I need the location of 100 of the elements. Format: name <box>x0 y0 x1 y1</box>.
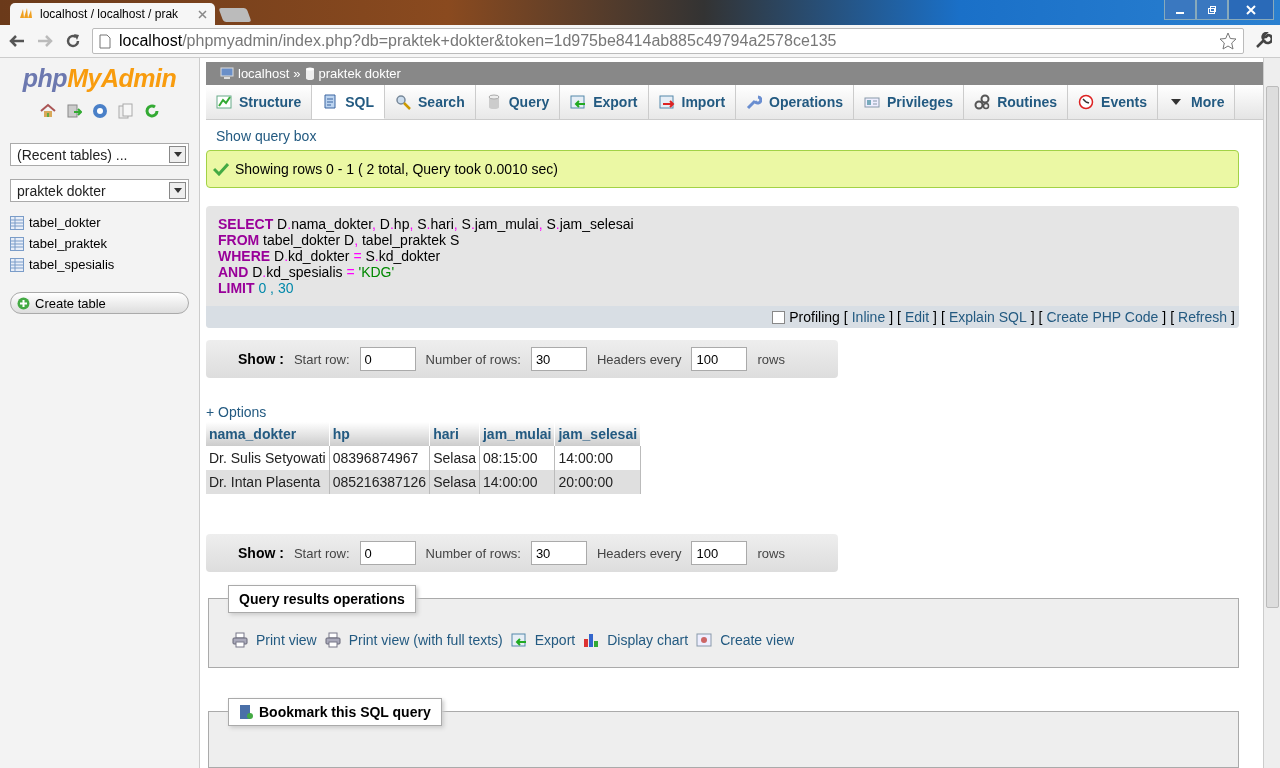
rows-count-field[interactable]: 30 <box>530 347 587 371</box>
headers-every-field[interactable]: 100 <box>691 347 748 371</box>
options-link[interactable]: + Options <box>206 404 1239 420</box>
query-link[interactable]: Explain SQL <box>948 309 1027 325</box>
wrench-icon[interactable] <box>1254 32 1272 50</box>
nav-tab[interactable]: Events <box>1068 85 1158 119</box>
sql-line: FROM tabel_dokter D, tabel_praktek S <box>218 232 461 248</box>
table-cell: 085216387126 <box>329 470 430 494</box>
minimize-button[interactable] <box>1164 0 1196 20</box>
table-link[interactable]: tabel_dokter <box>29 215 101 230</box>
table-cell: Dr. Intan Plasenta <box>206 470 330 494</box>
document-icon <box>322 93 339 110</box>
show-query-box-link[interactable]: Show query box <box>216 128 1239 144</box>
bracket: [ <box>941 309 945 325</box>
bracket: [ <box>1038 309 1043 325</box>
operation-link[interactable]: Export <box>534 632 576 648</box>
table-icon[interactable] <box>10 257 24 272</box>
caret-icon <box>173 152 182 157</box>
panel-title: Bookmark this SQL query <box>259 704 431 720</box>
profiling-checkbox[interactable] <box>772 310 786 324</box>
page-icon <box>99 33 111 49</box>
book-icon <box>239 704 253 720</box>
exit-icon[interactable] <box>65 103 82 119</box>
scrollbar[interactable] <box>1263 58 1280 768</box>
operation-link[interactable]: Create view <box>720 632 795 648</box>
database-dropdown[interactable]: praktek dokter <box>10 179 189 202</box>
query-link[interactable]: Edit <box>904 309 930 325</box>
nav-tab[interactable]: Export <box>560 85 649 119</box>
minimize-icon <box>1176 11 1184 14</box>
server-link[interactable]: localhost <box>238 66 290 81</box>
table-cell: Selasa <box>429 470 480 494</box>
nav-tab[interactable]: Structure <box>206 85 313 119</box>
field-label: Headers every <box>596 545 682 561</box>
database-link[interactable]: praktek dokter <box>318 66 401 81</box>
create-table-button[interactable]: Create table <box>10 292 189 314</box>
column-header[interactable]: hari <box>429 422 480 446</box>
home-icon[interactable] <box>39 103 56 119</box>
table-link[interactable]: tabel_praktek <box>29 236 108 251</box>
close-icon <box>1246 4 1256 15</box>
close-window-button[interactable] <box>1228 0 1274 20</box>
clock-icon <box>1078 94 1095 110</box>
nav-tab[interactable]: SQL <box>312 85 385 119</box>
star-icon[interactable] <box>1219 32 1237 50</box>
operation-link[interactable]: Print view <box>256 632 317 648</box>
gears-icon <box>974 94 991 110</box>
query-link[interactable]: Refresh <box>1178 309 1228 325</box>
recent-tables-dropdown[interactable]: (Recent tables) ... <box>10 143 189 166</box>
table-cell: 20:00:00 <box>554 470 641 494</box>
close-icon[interactable] <box>198 9 207 19</box>
field-label: Number of rows: <box>425 545 521 561</box>
logo[interactable]: phpMyAdmin <box>10 64 189 93</box>
sql-line: WHERE D.kd_dokter = S.kd_dokter <box>218 248 442 264</box>
nav-tab[interactable]: Query <box>475 85 561 119</box>
printer-icon <box>324 632 341 648</box>
export-icon <box>570 94 587 110</box>
back-icon[interactable] <box>8 33 26 49</box>
rows-count-field[interactable]: 30 <box>530 541 587 565</box>
nav-tab[interactable]: Privileges <box>854 85 965 119</box>
table-icon[interactable] <box>10 236 24 251</box>
cylinder-icon <box>304 67 315 80</box>
breadcrumb-separator: » <box>293 66 301 81</box>
field-label: rows <box>757 545 785 561</box>
operation-link[interactable]: Print view (with full texts) <box>348 632 503 648</box>
nav-tab[interactable]: Import <box>648 85 737 119</box>
nav-tab[interactable]: Routines <box>964 85 1069 119</box>
panel-title: Query results operations <box>228 585 416 613</box>
column-header[interactable]: nama_dokter <box>206 422 330 446</box>
field-label: Start row: <box>293 351 350 367</box>
query-link[interactable]: Inline <box>851 309 886 325</box>
nav-tab[interactable]: More <box>1157 85 1236 119</box>
column-header[interactable]: hp <box>329 422 430 446</box>
browser-tab[interactable]: localhost / localhost / prak <box>10 3 215 25</box>
table-icon[interactable] <box>10 215 24 230</box>
id-card-icon <box>864 94 880 110</box>
sql-line: LIMIT 0 , 30 <box>218 280 295 296</box>
start-row-field[interactable]: 0 <box>359 541 416 565</box>
message-text: Showing rows 0 - 1 ( 2 total, Query took 0.0010 sec) <box>235 161 558 177</box>
field-label: Headers every <box>596 351 682 367</box>
bracket: ] <box>933 309 937 325</box>
column-header[interactable]: jam_selesai <box>554 422 641 446</box>
nav-tab[interactable]: Operations <box>736 85 854 119</box>
profiling-label: Profiling <box>789 309 840 325</box>
restore-button[interactable] <box>1196 0 1228 20</box>
headers-every-field[interactable]: 100 <box>691 541 748 565</box>
start-row-field[interactable]: 0 <box>359 347 416 371</box>
nav-tab[interactable]: Search <box>385 85 476 119</box>
address-bar[interactable]: localhost/phpmyadmin/index.php?db=praktek+dokter&token=1d975be8414ab885c49794a2578ce135 <box>92 28 1244 54</box>
bracket: [ <box>843 309 848 325</box>
reload-icon[interactable] <box>64 32 82 50</box>
structure-icon <box>216 94 232 110</box>
sql-line: AND D.kd_spesialis = 'KDG' <box>218 264 396 280</box>
show-label: Show : <box>238 351 284 367</box>
table-link[interactable]: tabel_spesialis <box>29 257 115 272</box>
bar-chart-icon <box>583 632 600 648</box>
bracket: ] <box>1231 309 1235 325</box>
new-tab-button[interactable] <box>218 8 252 22</box>
column-header[interactable]: jam_mulai <box>479 422 555 446</box>
operation-link[interactable]: Display chart <box>607 632 689 648</box>
query-link[interactable]: Create PHP Code <box>1046 309 1159 325</box>
view-icon <box>696 632 713 648</box>
